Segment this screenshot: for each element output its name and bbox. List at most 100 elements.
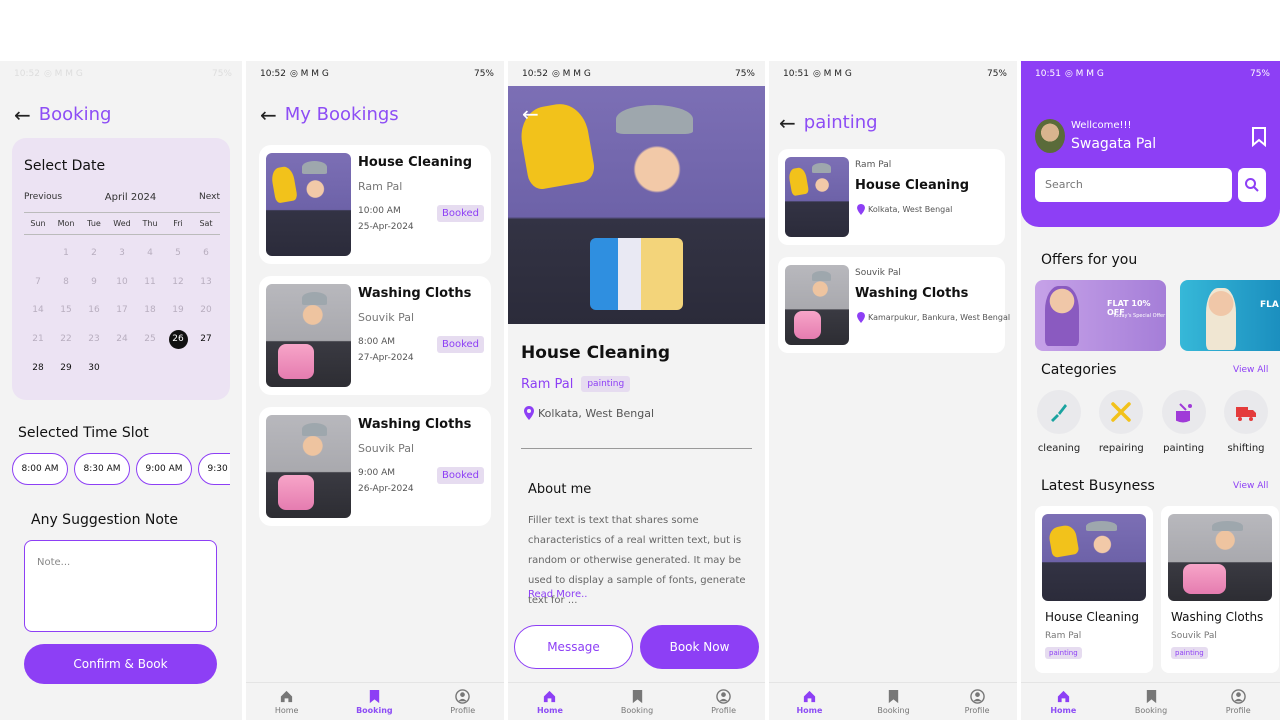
service-title: House Cleaning xyxy=(1045,610,1140,624)
calendar-day[interactable]: 5 xyxy=(164,239,192,268)
bookmark-icon[interactable] xyxy=(1251,127,1267,147)
calendar-day[interactable]: 8 xyxy=(52,268,80,297)
calendar-day-number: 13 xyxy=(200,276,212,287)
latest-card[interactable]: House Cleaning Ram Pal painting xyxy=(1035,506,1153,673)
provider-card[interactable]: Souvik Pal Washing Cloths Kamarpukur, Bank… xyxy=(778,257,1010,353)
offer-banner-2[interactable]: FLA xyxy=(1180,280,1280,351)
message-button[interactable]: Message xyxy=(514,625,633,669)
provider-card[interactable]: Ram Pal House Cleaning Kolkata, West Benga… xyxy=(778,149,1005,245)
calendar-day[interactable]: 7 xyxy=(24,268,52,297)
status-bar: 10:52 ◎ M M G 75% xyxy=(246,61,504,86)
nav-home[interactable]: Home xyxy=(537,689,563,715)
calendar-day[interactable]: 4 xyxy=(136,239,164,268)
read-more-link[interactable]: Read More.. xyxy=(528,589,587,600)
category-cleaning[interactable]: cleaning xyxy=(1035,390,1083,454)
book-now-button[interactable]: Book Now xyxy=(640,625,759,669)
service-title: Washing Cloths xyxy=(358,417,472,432)
calendar-day[interactable]: 12 xyxy=(164,268,192,297)
photo-cap xyxy=(1211,520,1243,532)
status-time: 10:52 xyxy=(260,68,286,79)
back-arrow-icon[interactable]: ← xyxy=(14,105,31,125)
calendar-day[interactable]: 29 xyxy=(52,353,80,382)
calendar-day-number: 2 xyxy=(91,248,97,259)
status-icons: ◎ M M G xyxy=(1064,68,1104,79)
nav-profile[interactable]: Profile xyxy=(450,688,475,715)
nav-profile[interactable]: Profile xyxy=(711,688,736,715)
calendar-day[interactable]: 22 xyxy=(52,325,80,354)
calendar-day[interactable]: 3 xyxy=(108,239,136,268)
category-repairing[interactable]: repairing xyxy=(1097,390,1145,454)
calendar-day[interactable]: 30 xyxy=(80,353,108,382)
nav-home-label: Home xyxy=(796,705,823,715)
category-icon-circle xyxy=(1099,390,1144,434)
booking-card[interactable]: Washing Cloths Souvik Pal 9:00 AM 26-Apr-20… xyxy=(259,407,491,526)
time-slot-button[interactable]: 8:30 AM xyxy=(74,453,130,485)
calendar-day[interactable]: 13 xyxy=(192,268,220,297)
latest-card[interactable]: Washing Cloths Souvik Pal painting xyxy=(1161,506,1279,673)
note-field[interactable]: Note... xyxy=(24,540,217,632)
weekday-label: Sat xyxy=(199,219,213,228)
calendar-day[interactable]: 25 xyxy=(136,325,164,354)
nav-booking[interactable]: Booking xyxy=(877,689,910,715)
calendar-day[interactable]: 15 xyxy=(52,296,80,325)
calendar-day[interactable]: 16 xyxy=(80,296,108,325)
nav-home[interactable]: Home xyxy=(274,689,299,715)
nav-home-label: Home xyxy=(274,705,299,715)
booking-card[interactable]: Washing Cloths Souvik Pal 8:00 AM 27-Apr-20… xyxy=(259,276,491,395)
calendar-day[interactable]: 19 xyxy=(164,296,192,325)
truck-icon xyxy=(1235,407,1256,421)
search-button[interactable] xyxy=(1238,168,1266,202)
calendar-day[interactable]: 28 xyxy=(24,353,52,382)
calendar-day[interactable]: 6 xyxy=(192,239,220,268)
nav-booking[interactable]: Booking xyxy=(621,689,653,715)
nav-booking[interactable]: Booking xyxy=(1135,689,1167,715)
nav-booking-label: Booking xyxy=(620,705,654,715)
calendar-day[interactable]: 1 xyxy=(52,239,80,268)
calendar-day[interactable]: 27 xyxy=(192,325,220,354)
categories-view-all[interactable]: View All xyxy=(1233,365,1268,375)
nav-profile[interactable]: Profile xyxy=(1226,688,1251,715)
calendar-day-number: 6 xyxy=(203,248,209,259)
status-icons: ◎ M M G xyxy=(551,68,591,79)
nav-home[interactable]: Home xyxy=(1050,689,1076,715)
provider-photo: ← xyxy=(508,86,765,324)
previous-month-button[interactable]: Previous xyxy=(24,192,62,203)
calendar-day[interactable]: 10 xyxy=(108,268,136,297)
booking-card[interactable]: House Cleaning Ram Pal 10:00 AM 25-Apr-2024… xyxy=(259,145,491,264)
calendar-day[interactable]: 11 xyxy=(136,268,164,297)
next-month-button[interactable]: Next xyxy=(199,192,220,203)
calendar-day[interactable]: 21 xyxy=(24,325,52,354)
latest-view-all[interactable]: View All xyxy=(1233,481,1268,491)
calendar-day[interactable]: 23 xyxy=(80,325,108,354)
offer-banner-1[interactable]: FLAT 10% OFF Today's Special Offer xyxy=(1035,280,1166,351)
calendar-day[interactable]: 18 xyxy=(136,296,164,325)
booking-time: 8:00 AM xyxy=(358,337,395,347)
nav-home[interactable]: Home xyxy=(796,689,822,715)
back-arrow-icon[interactable]: ← xyxy=(779,113,796,133)
avatar[interactable] xyxy=(1035,119,1065,153)
nav-booking[interactable]: Booking xyxy=(356,689,393,715)
status-badge: Booked xyxy=(437,336,485,353)
nav-profile[interactable]: Profile xyxy=(965,688,989,715)
status-icons: ◎ M M G xyxy=(289,68,329,79)
category-shifting[interactable]: shifting xyxy=(1222,390,1270,454)
calendar-day[interactable]: 14 xyxy=(24,296,52,325)
calendar-day[interactable]: 26 xyxy=(164,325,192,354)
time-slot-button[interactable]: 9:30 AM xyxy=(198,453,230,485)
photo-basket xyxy=(1182,564,1227,595)
status-bar: 10:52 ◎ M M G 75% xyxy=(0,61,242,86)
nav-home-label: Home xyxy=(1050,705,1077,715)
calendar-day[interactable]: 20 xyxy=(192,296,220,325)
time-slot-button[interactable]: 9:00 AM xyxy=(136,453,192,485)
category-painting[interactable]: painting xyxy=(1160,390,1208,454)
confirm-book-button[interactable]: Confirm & Book xyxy=(24,644,217,684)
search-input[interactable]: Search xyxy=(1035,168,1232,202)
calendar-day[interactable]: 17 xyxy=(108,296,136,325)
back-arrow-icon[interactable]: ← xyxy=(260,105,277,125)
calendar-day[interactable]: 2 xyxy=(80,239,108,268)
service-photo xyxy=(1042,514,1146,601)
time-slot-button[interactable]: 8:00 AM xyxy=(12,453,68,485)
calendar-day[interactable]: 9 xyxy=(80,268,108,297)
back-arrow-icon[interactable]: ← xyxy=(522,102,539,126)
calendar-day[interactable]: 24 xyxy=(108,325,136,354)
